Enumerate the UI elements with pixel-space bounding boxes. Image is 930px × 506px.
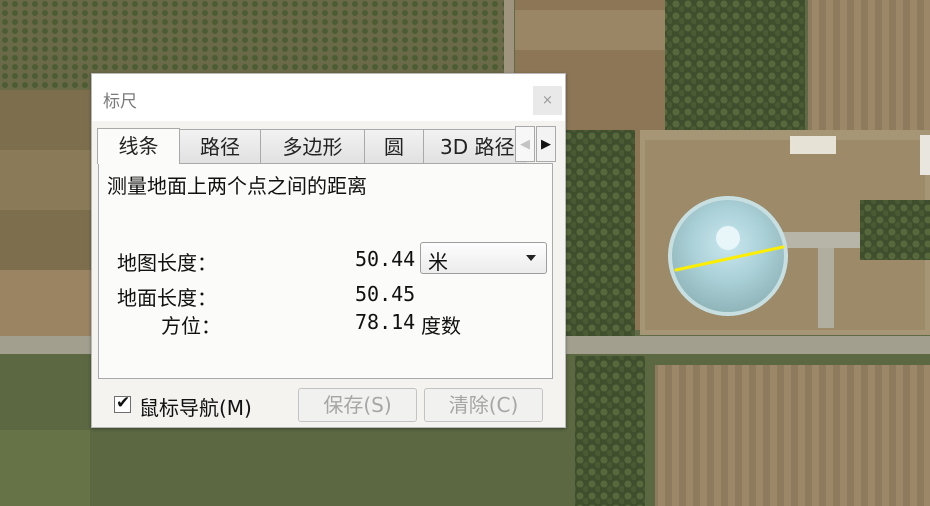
tab-scroll-left-icon[interactable]: ◀ <box>515 126 535 162</box>
tab-line[interactable]: 线条 <box>97 128 180 164</box>
heading-value: 78.14 <box>355 310 416 334</box>
title-bar[interactable]: 标尺 × <box>92 74 565 121</box>
mouse-navigation-label[interactable]: 鼠标导航(M) <box>139 392 252 421</box>
tab-polygon[interactable]: 多边形 <box>260 129 365 163</box>
chevron-down-icon <box>526 255 536 261</box>
tab-3d-path[interactable]: 3D 路径 <box>423 129 527 163</box>
tab-panel-line: 测量地面上两个点之间的距离 地图长度： 50.44 米 地面长度： 50.45 … <box>98 163 553 379</box>
save-button[interactable]: 保存(S) <box>298 388 417 422</box>
tab-scroll-right-icon[interactable]: ▶ <box>536 126 556 162</box>
unit-select[interactable]: 米 <box>420 242 547 274</box>
map-length-label: 地图长度： <box>117 251 217 275</box>
mouse-navigation-checkbox[interactable]: ✔ <box>114 393 131 413</box>
clear-button[interactable]: 清除(C) <box>424 388 543 422</box>
ground-length-value: 50.45 <box>355 282 416 306</box>
heading-unit: 度数 <box>421 314 461 338</box>
map-length-value: 50.44 <box>355 247 416 271</box>
tab-circle[interactable]: 圆 <box>364 129 424 163</box>
measure-description: 测量地面上两个点之间的距离 <box>107 174 367 198</box>
heading-label: 方位： <box>161 314 221 338</box>
dialog-title: 标尺 <box>103 92 137 112</box>
ruler-dialog: 标尺 × 线条 路径 多边形 圆 3D 路径 ◀ ▶ 测量地面上两个点之间的距离… <box>91 73 566 428</box>
tab-strip: 线条 路径 多边形 圆 3D 路径 <box>97 128 527 164</box>
tab-path[interactable]: 路径 <box>179 129 261 163</box>
close-icon[interactable]: × <box>533 86 562 115</box>
ground-length-label: 地面长度： <box>117 286 217 310</box>
check-icon: ✔ <box>116 393 131 413</box>
unit-select-value: 米 <box>428 250 448 274</box>
